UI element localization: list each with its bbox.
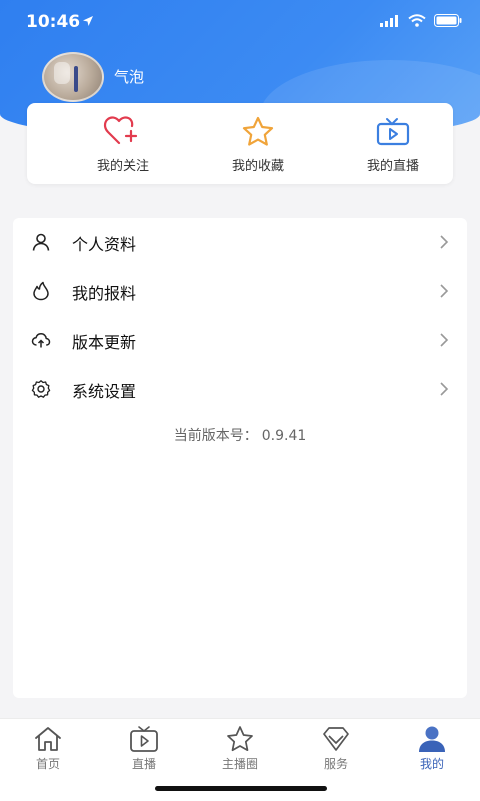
avatar-detail bbox=[74, 66, 78, 92]
chevron-right-icon bbox=[440, 284, 449, 298]
wifi-icon bbox=[408, 14, 426, 27]
menu-item-version-update[interactable]: 版本更新 bbox=[13, 316, 467, 364]
quick-action-label: 我的直播 bbox=[366, 159, 419, 174]
user-icon bbox=[32, 233, 50, 251]
status-bar: 10:46 bbox=[0, 0, 480, 44]
version-info: 当前版本号： 0.9.41 bbox=[13, 425, 467, 445]
status-indicators bbox=[380, 14, 462, 27]
cloud-upload-icon bbox=[31, 333, 51, 348]
username[interactable]: 气泡 bbox=[114, 66, 144, 87]
version-label: 当前版本号： bbox=[173, 428, 258, 444]
menu-item-system-settings[interactable]: 系统设置 bbox=[13, 365, 467, 413]
tab-home[interactable]: 首页 bbox=[0, 725, 96, 773]
tab-label: 首页 bbox=[35, 757, 60, 771]
menu-item-profile[interactable]: 个人资料 bbox=[13, 218, 467, 266]
menu-item-label: 版本更新 bbox=[72, 333, 137, 352]
chevron-right-icon bbox=[440, 235, 449, 249]
home-icon bbox=[35, 727, 61, 751]
gear-icon bbox=[31, 380, 51, 398]
battery-icon bbox=[434, 14, 462, 27]
menu-item-my-reports[interactable]: 我的报料 bbox=[13, 267, 467, 315]
chevron-right-icon bbox=[440, 333, 449, 347]
quick-actions-card: 我的关注 我的收藏 我的直播 bbox=[27, 103, 453, 184]
tab-live[interactable]: 直播 bbox=[96, 725, 192, 773]
avatar[interactable] bbox=[42, 52, 104, 102]
tv-icon bbox=[376, 118, 410, 146]
my-favorites-button[interactable]: 我的收藏 bbox=[198, 113, 318, 177]
settings-menu: 个人资料 我的报料 版本更新 系统设置 当前版本号： 0.9.41 bbox=[13, 218, 467, 698]
tab-label: 服务 bbox=[323, 757, 348, 771]
chevron-right-icon bbox=[440, 382, 449, 396]
star-icon bbox=[227, 726, 253, 752]
tab-anchor-circle[interactable]: 主播圈 bbox=[192, 725, 288, 773]
my-live-button[interactable]: 我的直播 bbox=[333, 113, 453, 177]
quick-action-label: 我的关注 bbox=[96, 159, 149, 174]
tab-label: 主播圈 bbox=[221, 757, 258, 771]
quick-action-label: 我的收藏 bbox=[231, 159, 284, 174]
diamond-icon bbox=[323, 727, 349, 751]
flame-icon bbox=[33, 281, 49, 301]
status-time: 10:46 bbox=[26, 12, 81, 32]
tab-label: 直播 bbox=[131, 757, 156, 771]
version-number: 0.9.41 bbox=[261, 428, 307, 444]
tab-services[interactable]: 服务 bbox=[288, 725, 384, 773]
menu-item-label: 系统设置 bbox=[72, 382, 137, 401]
my-follows-button[interactable]: 我的关注 bbox=[63, 113, 183, 177]
location-arrow-icon bbox=[83, 16, 93, 26]
signal-icon bbox=[380, 14, 398, 27]
star-icon bbox=[242, 116, 274, 146]
menu-item-label: 个人资料 bbox=[72, 235, 137, 254]
menu-item-label: 我的报料 bbox=[72, 284, 137, 303]
tab-label: 我的 bbox=[419, 757, 444, 771]
avatar-highlight bbox=[54, 62, 70, 84]
home-indicator bbox=[155, 786, 327, 791]
tab-me[interactable]: 我的 bbox=[384, 725, 480, 773]
heart-plus-icon bbox=[103, 116, 138, 145]
tv-icon bbox=[130, 726, 158, 752]
user-avatar-icon bbox=[419, 726, 445, 752]
